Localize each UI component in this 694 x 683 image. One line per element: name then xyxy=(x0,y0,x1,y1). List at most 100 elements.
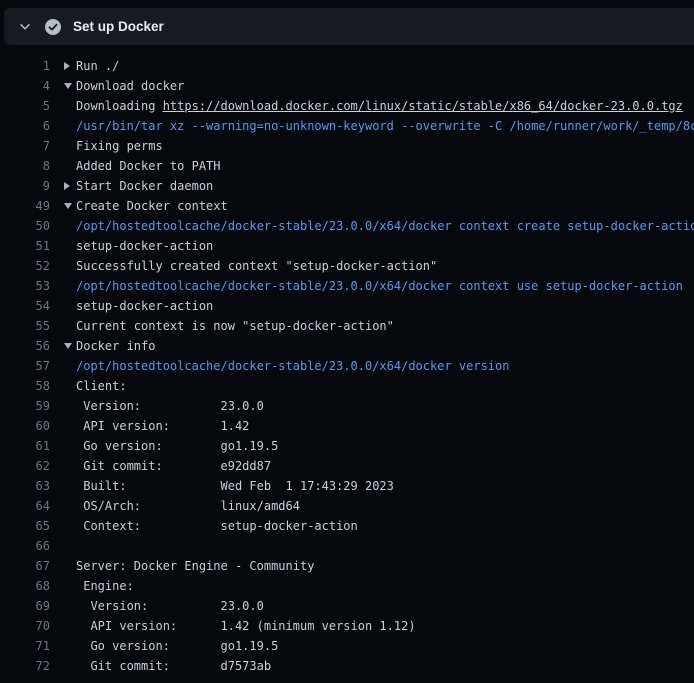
log-text: Added Docker to PATH xyxy=(76,156,221,176)
group-title: Create Docker context xyxy=(76,196,228,216)
log-line-content: Version: 23.0.0 xyxy=(64,596,264,616)
log-line-content: Client: xyxy=(64,376,127,396)
line-number[interactable]: 59 xyxy=(0,396,50,416)
indent-spacer xyxy=(64,596,76,616)
line-number[interactable]: 67 xyxy=(0,556,50,576)
log-text: Go version: go1.19.5 xyxy=(76,636,278,656)
indent-spacer xyxy=(64,376,76,396)
log-line: 60 API version: 1.42 xyxy=(0,416,694,436)
expanded-triangle-icon[interactable] xyxy=(64,336,76,356)
line-number[interactable]: 54 xyxy=(0,296,50,316)
indent-spacer xyxy=(64,356,76,376)
log-text: Git commit: d7573ab xyxy=(76,656,271,676)
log-line-content: Create Docker context xyxy=(64,196,228,216)
line-number[interactable]: 52 xyxy=(0,256,50,276)
expanded-triangle-icon[interactable] xyxy=(64,76,76,96)
log-line-content: Added Docker to PATH xyxy=(64,156,221,176)
indent-spacer xyxy=(64,436,76,456)
line-number[interactable]: 51 xyxy=(0,236,50,256)
line-number[interactable]: 66 xyxy=(0,536,50,556)
log-line-content: Run ./ xyxy=(64,56,119,76)
actions-log-page: { "colors": { "page_bg": "#05080d", "hea… xyxy=(0,0,694,683)
log-line-content: Version: 23.0.0 xyxy=(64,396,264,416)
line-number[interactable]: 49 xyxy=(0,196,50,216)
step-header-set-up-docker[interactable]: Set up Docker xyxy=(4,8,694,45)
line-number[interactable]: 61 xyxy=(0,436,50,456)
log-line-content: Built: Wed Feb 1 17:43:29 2023 xyxy=(64,476,394,496)
indent-spacer xyxy=(64,296,76,316)
indent-spacer xyxy=(64,476,76,496)
line-number[interactable]: 72 xyxy=(0,656,50,676)
line-number[interactable]: 53 xyxy=(0,276,50,296)
log-line[interactable]: 56 Docker info xyxy=(0,336,694,356)
line-number[interactable]: 7 xyxy=(0,136,50,156)
indent-spacer xyxy=(64,516,76,536)
log-line: 65 Context: setup-docker-action xyxy=(0,516,694,536)
log-line: 67 Server: Docker Engine - Community xyxy=(0,556,694,576)
log-link[interactable]: https://download.docker.com/linux/static… xyxy=(163,96,683,116)
log-line-content: Successfully created context "setup-dock… xyxy=(64,256,437,276)
line-number[interactable]: 58 xyxy=(0,376,50,396)
log-line[interactable]: 49 Create Docker context xyxy=(0,196,694,216)
line-number[interactable]: 1 xyxy=(0,56,50,76)
log-text: Version: 23.0.0 xyxy=(76,596,264,616)
log-line: 58 Client: xyxy=(0,376,694,396)
group-title: Download docker xyxy=(76,76,184,96)
expanded-triangle-icon[interactable] xyxy=(64,196,76,216)
log-line-content: Context: setup-docker-action xyxy=(64,516,358,536)
line-number[interactable]: 68 xyxy=(0,576,50,596)
log-line-content: API version: 1.42 xyxy=(64,416,249,436)
line-number[interactable]: 71 xyxy=(0,636,50,656)
line-number[interactable]: 64 xyxy=(0,496,50,516)
collapsed-triangle-icon[interactable] xyxy=(64,176,76,196)
log-line: 63 Built: Wed Feb 1 17:43:29 2023 xyxy=(0,476,694,496)
indent-spacer xyxy=(64,496,76,516)
log-line: 59 Version: 23.0.0 xyxy=(0,396,694,416)
collapsed-triangle-icon[interactable] xyxy=(64,56,76,76)
log-line[interactable]: 9 Start Docker daemon xyxy=(0,176,694,196)
log-command-text: /opt/hostedtoolcache/docker-stable/23.0.… xyxy=(76,276,683,296)
log-line-content: setup-docker-action xyxy=(64,296,213,316)
line-number[interactable]: 6 xyxy=(0,116,50,136)
line-number[interactable]: 70 xyxy=(0,616,50,636)
log-line[interactable]: 1 Run ./ xyxy=(0,56,694,76)
line-number[interactable]: 50 xyxy=(0,216,50,236)
log-line: 70 API version: 1.42 (minimum version 1.… xyxy=(0,616,694,636)
group-title: Start Docker daemon xyxy=(76,176,213,196)
indent-spacer xyxy=(64,416,76,436)
log-line: 8 Added Docker to PATH xyxy=(0,156,694,176)
line-number[interactable]: 8 xyxy=(0,156,50,176)
log-line-content: Git commit: e92dd87 xyxy=(64,456,271,476)
line-number[interactable]: 62 xyxy=(0,456,50,476)
indent-spacer xyxy=(64,116,76,136)
line-number[interactable]: 57 xyxy=(0,356,50,376)
line-number[interactable]: 5 xyxy=(0,96,50,116)
log-text: API version: 1.42 (minimum version 1.12) xyxy=(76,616,416,636)
line-number[interactable]: 63 xyxy=(0,476,50,496)
log-line[interactable]: 4 Download docker xyxy=(0,76,694,96)
log-text: setup-docker-action xyxy=(76,296,213,316)
indent-spacer xyxy=(64,96,76,116)
step-title: Set up Docker xyxy=(73,19,164,34)
indent-spacer xyxy=(64,396,76,416)
line-number[interactable]: 69 xyxy=(0,596,50,616)
line-number[interactable]: 55 xyxy=(0,316,50,336)
log-text: Server: Docker Engine - Community xyxy=(76,556,314,576)
log-text: Engine: xyxy=(76,576,134,596)
log-line: 6/usr/bin/tar xz --warning=no-unknown-ke… xyxy=(0,116,694,136)
line-number[interactable]: 60 xyxy=(0,416,50,436)
line-number[interactable]: 56 xyxy=(0,336,50,356)
log-line-content: API version: 1.42 (minimum version 1.12) xyxy=(64,616,416,636)
line-number[interactable]: 65 xyxy=(0,516,50,536)
indent-spacer xyxy=(64,156,76,176)
log-text: Client: xyxy=(76,376,127,396)
log-line-content: /opt/hostedtoolcache/docker-stable/23.0.… xyxy=(64,276,683,296)
log-line-content xyxy=(64,536,76,556)
log-text: Git commit: e92dd87 xyxy=(76,456,271,476)
line-number[interactable]: 9 xyxy=(0,176,50,196)
log-line: 5Downloading https://download.docker.com… xyxy=(0,96,694,116)
log-line: 68 Engine: xyxy=(0,576,694,596)
group-title: Docker info xyxy=(76,336,155,356)
chevron-down-icon[interactable] xyxy=(18,20,32,34)
line-number[interactable]: 4 xyxy=(0,76,50,96)
